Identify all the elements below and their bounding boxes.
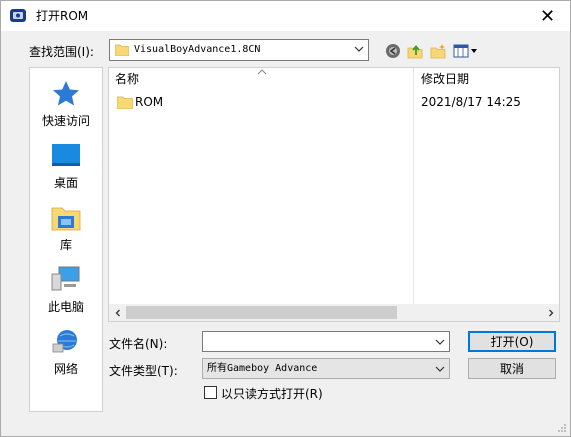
folder-icon	[115, 44, 129, 56]
column-header-date[interactable]: 修改日期	[421, 68, 469, 90]
readonly-checkbox[interactable]	[204, 386, 217, 399]
cancel-button[interactable]: 取消	[468, 358, 556, 379]
scroll-left-button[interactable]	[109, 304, 126, 321]
window-title: 打开ROM	[36, 9, 89, 23]
place-label: 桌面	[53, 176, 78, 190]
file-row[interactable]: ROM 2021/8/17 14:25	[109, 92, 559, 112]
file-list[interactable]: 名称 修改日期 ROM 2021/8/17 14:25	[108, 67, 560, 322]
new-folder-icon	[430, 44, 446, 59]
places-bar: 快速访问 桌面 库 此电脑 网络	[29, 67, 103, 412]
scrollbar-thumb[interactable]	[126, 306, 397, 319]
place-desktop[interactable]: 桌面	[30, 134, 102, 196]
back-globe-icon	[386, 44, 400, 58]
app-icon	[10, 9, 26, 22]
scroll-right-button[interactable]	[542, 304, 559, 321]
horizontal-scrollbar[interactable]	[109, 304, 559, 321]
place-library[interactable]: 库	[30, 196, 102, 258]
filetype-label: 文件类型(T):	[109, 364, 178, 378]
desktop-icon	[52, 144, 80, 166]
open-button[interactable]: 打开(O)	[468, 331, 556, 352]
network-icon	[52, 330, 77, 353]
place-label: 快速访问	[41, 114, 90, 128]
filetype-value: 所有Gameboy Advance	[207, 363, 318, 374]
close-icon: ✕	[539, 5, 556, 27]
lookin-value: VisualBoyAdvance1.8CN	[134, 44, 261, 55]
up-folder-button[interactable]	[406, 41, 424, 61]
lookin-dropdown[interactable]: VisualBoyAdvance1.8CN	[109, 39, 369, 61]
place-quick-access[interactable]: 快速访问	[30, 72, 102, 134]
back-button[interactable]	[384, 41, 402, 61]
view-menu-button[interactable]	[452, 41, 480, 61]
file-date: 2021/8/17 14:25	[421, 95, 521, 109]
column-header-name[interactable]: 名称	[115, 68, 139, 90]
library-icon	[51, 207, 81, 231]
computer-icon	[51, 266, 80, 291]
place-this-pc[interactable]: 此电脑	[30, 258, 102, 320]
place-label: 此电脑	[47, 300, 84, 314]
filename-input[interactable]	[202, 331, 450, 352]
chevron-down-icon	[354, 46, 364, 52]
filetype-dropdown[interactable]: 所有Gameboy Advance	[202, 358, 450, 379]
new-folder-button[interactable]	[429, 41, 447, 61]
open-rom-dialog: 打开ROM ✕ 查找范围(I): VisualBoyAdvance1.8CN 快…	[0, 0, 571, 437]
lookin-label: 查找范围(I):	[29, 45, 94, 59]
view-menu-icon	[453, 44, 477, 58]
star-icon	[53, 81, 79, 106]
sort-ascending-icon	[257, 69, 267, 75]
title-bar[interactable]: 打开ROM ✕	[1, 1, 570, 31]
close-button[interactable]: ✕	[525, 1, 570, 31]
place-label: 库	[59, 238, 72, 252]
place-label: 网络	[53, 362, 78, 376]
chevron-down-icon[interactable]	[435, 337, 445, 347]
readonly-label[interactable]: 以只读方式打开(R)	[221, 385, 323, 402]
chevron-right-icon	[548, 309, 553, 316]
up-folder-icon	[407, 45, 423, 59]
resize-grip-icon[interactable]	[557, 423, 567, 433]
place-network[interactable]: 网络	[30, 320, 102, 382]
chevron-left-icon	[115, 309, 120, 316]
filename-label: 文件名(N):	[109, 337, 168, 351]
chevron-down-icon	[435, 366, 445, 372]
file-name: ROM	[135, 95, 164, 109]
folder-icon	[117, 96, 133, 109]
